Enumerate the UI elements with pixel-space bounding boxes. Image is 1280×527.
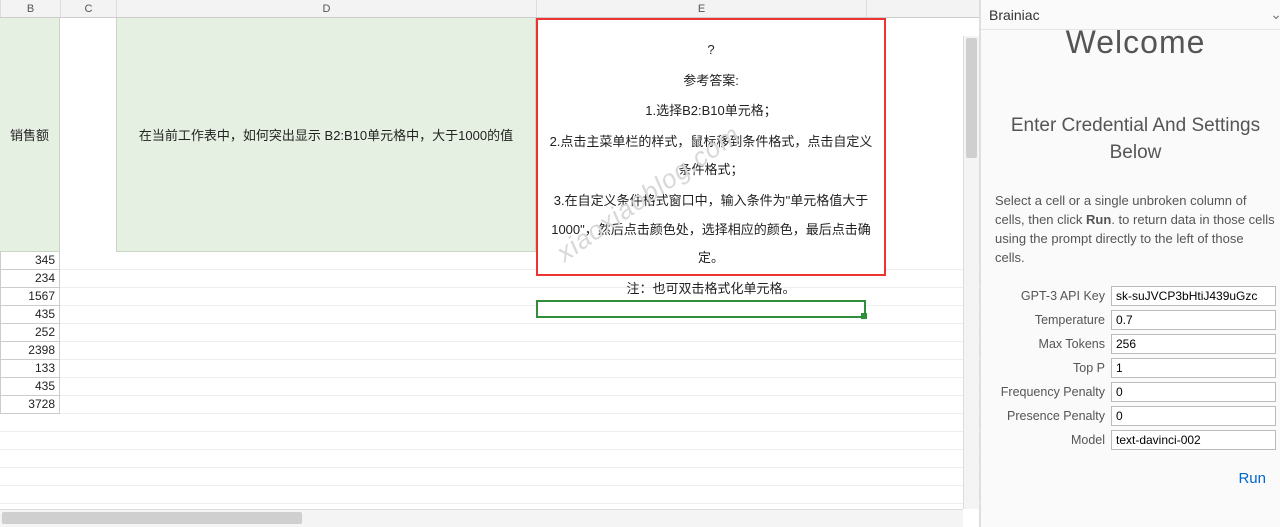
column-headers: B C D E	[0, 0, 979, 18]
col-header-c[interactable]: C	[61, 0, 117, 17]
cell-b9[interactable]: 435	[0, 378, 60, 396]
cell-b3[interactable]: 234	[0, 270, 60, 288]
cell-b10[interactable]: 3728	[0, 396, 60, 414]
label-api-key: GPT-3 API Key	[995, 289, 1111, 303]
task-pane: Brainiac ⌄ Welcome Enter Credential And …	[980, 0, 1280, 527]
answer-step-1: 1.选择B2:B10单元格；	[548, 97, 874, 126]
input-top-p[interactable]	[1111, 358, 1276, 378]
input-api-key[interactable]	[1111, 286, 1276, 306]
answer-step-2: 2.点击主菜单栏的样式，鼠标移到条件格式，点击自定义条件格式；	[548, 128, 874, 185]
cell-b1-label[interactable]: 销售额	[0, 18, 60, 252]
v-scroll-thumb[interactable]	[966, 38, 977, 158]
pane-description: Select a cell or a single unbroken colum…	[995, 192, 1276, 267]
horizontal-scrollbar[interactable]	[0, 509, 963, 527]
cell-b4[interactable]: 1567	[0, 288, 60, 306]
answer-step-3: 3.在自定义条件格式窗口中，输入条件为"单元格值大于1000"，然后点击颜色处，…	[548, 187, 874, 273]
cell-b2[interactable]: 345	[0, 252, 60, 270]
label-temperature: Temperature	[995, 313, 1111, 327]
cell-e1-answer-box[interactable]: ? 参考答案: 1.选择B2:B10单元格； 2.点击主菜单栏的样式，鼠标移到条…	[536, 18, 886, 276]
label-pres-penalty: Presence Penalty	[995, 409, 1111, 423]
answer-question-mark: ?	[548, 36, 874, 65]
answer-title: 参考答案:	[548, 67, 874, 96]
label-model: Model	[995, 433, 1111, 447]
input-temperature[interactable]	[1111, 310, 1276, 330]
cell-d1-prompt[interactable]: 在当前工作表中，如何突出显示 B2:B10单元格中，大于1000的值	[116, 18, 536, 252]
active-cell-e[interactable]	[536, 300, 866, 318]
input-max-tokens[interactable]	[1111, 334, 1276, 354]
spreadsheet-grid[interactable]: B C D E 销售额 在当前工作表中，如何突出显示 B2:B10单元格中，大于…	[0, 0, 980, 527]
run-button[interactable]: Run	[1238, 470, 1266, 487]
input-pres-penalty[interactable]	[1111, 406, 1276, 426]
col-header-e[interactable]: E	[537, 0, 867, 17]
label-top-p: Top P	[995, 361, 1111, 375]
pane-subheading: Enter Credential And Settings Below	[995, 113, 1276, 166]
pane-welcome-heading: Welcome	[995, 30, 1276, 61]
pane-header: Brainiac ⌄	[981, 0, 1280, 30]
chevron-down-icon[interactable]: ⌄	[1270, 6, 1280, 23]
col-header-d[interactable]: D	[117, 0, 537, 17]
label-freq-penalty: Frequency Penalty	[995, 385, 1111, 399]
pane-title: Brainiac	[989, 7, 1040, 23]
cell-b5[interactable]: 435	[0, 306, 60, 324]
input-freq-penalty[interactable]	[1111, 382, 1276, 402]
settings-form: GPT-3 API Key Temperature Max Tokens Top…	[995, 286, 1276, 450]
vertical-scrollbar[interactable]	[963, 36, 979, 509]
cell-b7[interactable]: 2398	[0, 342, 60, 360]
cell-b6[interactable]: 252	[0, 324, 60, 342]
cell-b8[interactable]: 133	[0, 360, 60, 378]
input-model[interactable]	[1111, 430, 1276, 450]
h-scroll-thumb[interactable]	[2, 512, 302, 524]
col-header-b[interactable]: B	[1, 0, 61, 17]
label-max-tokens: Max Tokens	[995, 337, 1111, 351]
